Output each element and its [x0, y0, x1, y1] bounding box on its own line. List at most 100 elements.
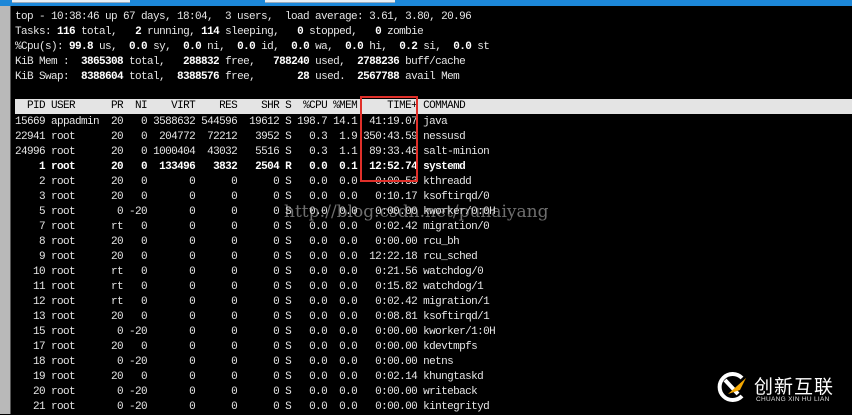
cell-command: systemd — [417, 161, 466, 173]
cell-shr: 0 — [237, 206, 280, 218]
cell-pid: 22941 — [15, 131, 46, 143]
cell-virt: 0 — [147, 371, 196, 383]
cell-command: migration/1 — [417, 296, 490, 308]
cell-pid: 12 — [15, 296, 46, 308]
cell-user: appadmin — [45, 116, 100, 128]
cell-shr: 0 — [237, 326, 280, 338]
cell-mem: 0.0 — [327, 296, 358, 308]
table-row[interactable]: 8 root 20 0 0 0 0 S 0.0 0.0 0:00.00 rcu_… — [15, 235, 460, 250]
cell-shr: 0 — [237, 191, 280, 203]
table-row[interactable]: 19 root 20 0 0 0 0 S 0.0 0.0 0:02.14 khu… — [15, 370, 484, 385]
cell-res: 0 — [195, 401, 238, 413]
table-row[interactable]: 11 root rt 0 0 0 0 S 0.0 0.0 0:15.82 wat… — [15, 280, 484, 295]
cell-pr: 20 — [99, 131, 124, 143]
window-left-border — [0, 6, 11, 414]
cell-pr: 20 — [99, 176, 124, 188]
cell-user: root — [45, 251, 100, 263]
cell-ni: -20 — [123, 401, 148, 413]
table-row[interactable]: 10 root rt 0 0 0 0 S 0.0 0.0 0:21.56 wat… — [15, 265, 484, 280]
titlebar-tab[interactable] — [265, 0, 395, 3]
cell-cpu: 0.0 — [291, 251, 328, 263]
table-row[interactable]: 15 root 0 -20 0 0 0 S 0.0 0.0 0:00.00 kw… — [15, 325, 496, 340]
cell-shr: 0 — [237, 251, 280, 263]
cell-state: S — [279, 311, 292, 323]
cell-state: R — [279, 161, 292, 173]
cell-cpu: 0.0 — [291, 311, 328, 323]
cell-res: 3832 — [195, 161, 238, 173]
cell-user: root — [45, 191, 100, 203]
table-row[interactable]: 24996 root 20 0 1000404 43032 5516 S 0.3… — [15, 145, 490, 160]
cell-shr: 0 — [237, 356, 280, 368]
cell-time: 0:02.14 — [357, 371, 418, 383]
cell-state: S — [279, 386, 292, 398]
cell-command: kworker/1:0H — [417, 326, 496, 338]
cell-pr: rt — [99, 221, 124, 233]
column-header-ni: NI — [123, 100, 148, 112]
cell-res: 0 — [195, 221, 238, 233]
cell-time: 0:02.42 — [357, 221, 418, 233]
cell-user: root — [45, 146, 100, 158]
cell-user: root — [45, 176, 100, 188]
cell-command: writeback — [417, 386, 478, 398]
table-row[interactable]: 7 root rt 0 0 0 0 S 0.0 0.0 0:02.42 migr… — [15, 220, 490, 235]
cell-virt: 0 — [147, 356, 196, 368]
cell-command: salt-minion — [417, 146, 490, 158]
cell-time: 0:00.00 — [357, 326, 418, 338]
column-header-pid: PID — [15, 100, 46, 112]
cell-pr: rt — [99, 281, 124, 293]
cell-mem: 0.0 — [327, 356, 358, 368]
logo-text-cn: 创新互联 — [754, 376, 835, 398]
cell-shr: 3952 — [237, 131, 280, 143]
cell-cpu: 0.0 — [291, 356, 328, 368]
cell-cpu: 0.0 — [291, 341, 328, 353]
column-header-command: COMMAND — [417, 100, 466, 112]
cell-res: 0 — [195, 266, 238, 278]
cell-command: netns — [417, 356, 454, 368]
cell-pr: 0 — [99, 326, 124, 338]
cell-pr: 20 — [99, 311, 124, 323]
cell-command: ksoftirqd/1 — [417, 311, 490, 323]
cell-user: root — [45, 371, 100, 383]
table-row[interactable]: 20 root 0 -20 0 0 0 S 0.0 0.0 0:00.00 wr… — [15, 385, 478, 400]
cell-ni: 0 — [123, 311, 148, 323]
cell-state: S — [279, 221, 292, 233]
titlebar-tab[interactable] — [12, 0, 130, 3]
cell-pr: 0 — [99, 356, 124, 368]
cell-user: root — [45, 221, 100, 233]
cell-pid: 19 — [15, 371, 46, 383]
table-row[interactable]: 9 root 20 0 0 0 0 S 0.0 0.0 12:22.18 rcu… — [15, 250, 478, 265]
cell-mem: 0.0 — [327, 221, 358, 233]
cell-pid: 5 — [15, 206, 46, 218]
table-row[interactable]: 21 root 0 -20 0 0 0 S 0.0 0.0 0:00.00 ki… — [15, 400, 490, 415]
column-header-pr: PR — [99, 100, 124, 112]
cell-user: root — [45, 356, 100, 368]
cell-pr: 20 — [99, 146, 124, 158]
cell-cpu: 0.0 — [291, 326, 328, 338]
cell-pid: 11 — [15, 281, 46, 293]
cell-ni: 0 — [123, 281, 148, 293]
cell-user: root — [45, 131, 100, 143]
cell-cpu: 0.0 — [291, 386, 328, 398]
cell-shr: 0 — [237, 266, 280, 278]
cell-pid: 17 — [15, 341, 46, 353]
column-header-mem: %MEM — [327, 100, 358, 112]
cell-pid: 1 — [15, 161, 46, 173]
cell-virt: 204772 — [147, 131, 196, 143]
cell-command: watchdog/0 — [417, 266, 484, 278]
cell-state: S — [279, 296, 292, 308]
cell-cpu: 0.0 — [291, 161, 328, 173]
cell-mem: 0.0 — [327, 236, 358, 248]
cell-cpu: 0.0 — [291, 371, 328, 383]
table-row[interactable]: 12 root rt 0 0 0 0 S 0.0 0.0 0:02.42 mig… — [15, 295, 490, 310]
table-row[interactable]: 17 root 20 0 0 0 0 S 0.0 0.0 0:00.00 kde… — [15, 340, 478, 355]
cell-state: S — [279, 356, 292, 368]
table-row[interactable]: 13 root 20 0 0 0 0 S 0.0 0.0 0:08.81 kso… — [15, 310, 490, 325]
cell-command: rcu_sched — [417, 251, 478, 263]
brand-logo: 创新互联 CHUANG XIN HU LIAN — [716, 368, 850, 408]
column-header-cpu: %CPU — [291, 100, 328, 112]
cell-user: root — [45, 281, 100, 293]
cell-state: S — [279, 146, 292, 158]
column-header-state: S — [279, 100, 292, 112]
table-row[interactable]: 18 root 0 -20 0 0 0 S 0.0 0.0 0:00.00 ne… — [15, 355, 454, 370]
cell-virt: 1000404 — [147, 146, 196, 158]
